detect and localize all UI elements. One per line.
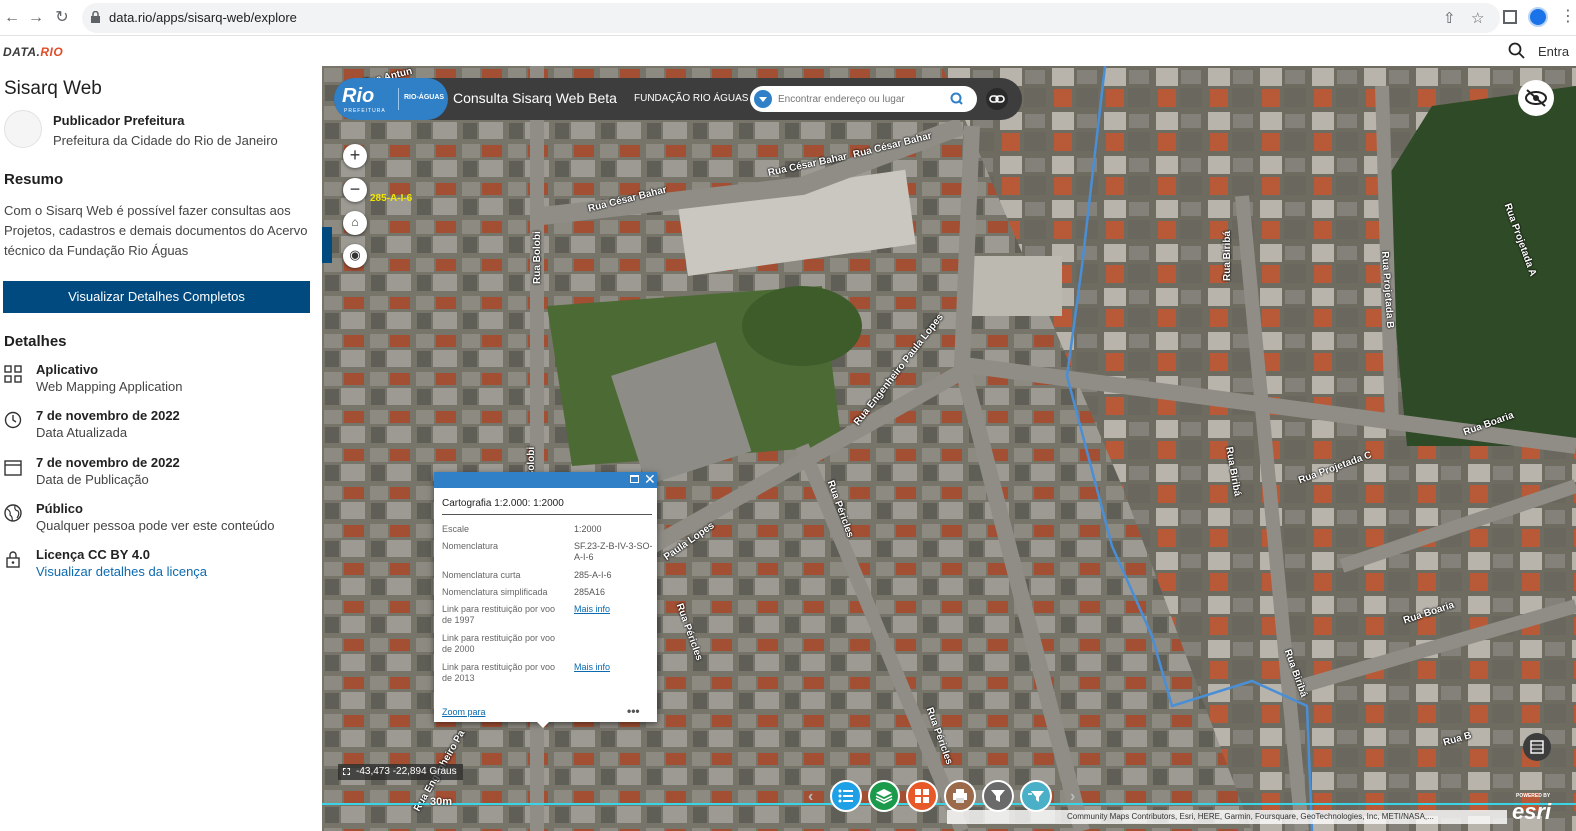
basemap-tool[interactable] [906,780,938,812]
filter-icon [1028,791,1044,802]
table-icon [1530,740,1544,754]
forward-icon[interactable]: → [26,8,46,28]
prev-arrow-icon[interactable]: ‹ [808,788,813,806]
detail-app-type: Aplicativo Web Mapping Application [0,362,320,402]
publisher-org: Prefeitura da Cidade do Rio de Janeiro [53,133,278,148]
more-info-link[interactable]: Mais info [574,604,654,615]
summary-heading: Resumo [4,171,64,188]
address-bar[interactable]: data.rio/apps/sisarq-web/explore ⇧ ☆ [82,3,1500,33]
grid-icon [915,789,929,803]
esri-logo[interactable]: esri [1512,799,1551,825]
close-icon[interactable]: ✕ [644,471,656,488]
item-details-panel: Sisarq Web Publicador Prefeitura Prefeit… [0,66,322,831]
next-arrow-icon[interactable]: › [1070,788,1075,806]
publisher-name[interactable]: Publicador Prefeitura [53,113,184,128]
panel-edge-accent [322,227,332,263]
reload-icon[interactable]: ↻ [52,8,72,28]
detail-title: Aplicativo [36,362,99,377]
layers-icon [875,789,893,804]
print-icon [953,789,967,803]
data-rio-logo[interactable]: DATA.RIO [3,45,63,59]
profile-avatar[interactable] [1528,7,1548,27]
map-view[interactable]: Rua César Bahar Rua César Bahar Rua Césa… [322,66,1576,831]
detail-sub: Qualquer pessoa pode ver este conteúdo [36,518,275,533]
address-search [750,86,977,112]
popup-title: Cartografia 1:2.000: 1:2000 [442,498,564,509]
street-label: Rua Bolobi [532,231,543,284]
detail-sub: Data de Publicação [36,472,149,487]
globe-icon [4,504,22,522]
search-icon[interactable] [944,89,970,109]
locate-button[interactable]: ◉ [343,244,367,268]
zoom-out-button[interactable]: − [343,178,367,202]
site-header: DATA.RIO Entra [0,36,1576,66]
home-button[interactable]: ⌂ [343,211,367,235]
legend-list-tool[interactable] [830,780,862,812]
popup-header: ✕ [434,471,657,488]
star-icon[interactable]: ☆ [1471,9,1484,27]
share-link-icon[interactable] [986,88,1008,110]
publisher-avatar [4,110,42,148]
map-subtitle: FUNDAÇÃO RIO ÁGUAS [634,93,749,104]
detail-sub: Data Atualizada [36,425,128,440]
detail-title: 7 de novembro de 2022 [36,455,180,470]
login-link[interactable]: Entra [1538,44,1569,59]
maximize-icon[interactable] [630,475,639,483]
detail-title: Licença CC BY 4.0 [36,547,150,562]
history-icon [4,411,22,429]
license-link[interactable]: Visualizar detalhes da licença [36,564,207,579]
details-heading: Detalhes [4,333,67,350]
search-icon[interactable] [1508,42,1526,60]
filter-tool[interactable] [982,780,1014,812]
menu-icon[interactable]: ⋮ [1560,6,1576,26]
detail-updated: 7 de novembro de 2022 Data Atualizada [0,408,320,448]
detail-published: 7 de novembro de 2022 Data de Publicação [0,455,320,495]
page-title: Sisarq Web [4,78,102,99]
detail-license: Licença CC BY 4.0 Visualizar detalhes da… [0,547,320,587]
coordinates-readout[interactable]: -43,473 -22,894 Graus [338,764,463,780]
summary-text: Com o Sisarq Web é possível fazer consul… [4,203,308,258]
back-icon[interactable]: ← [2,8,22,28]
layers-tool[interactable] [868,780,900,812]
browser-toolbar: ← → ↻ data.rio/apps/sisarq-web/explore ⇧… [0,0,1576,36]
filter-icon [991,790,1005,802]
lock-icon [91,11,100,23]
grid-sheet-label: 285-A-I-6 [370,193,413,204]
detail-title: 7 de novembro de 2022 [36,408,180,423]
detail-sub: Web Mapping Application [36,379,183,394]
list-icon [838,789,853,803]
hide-eye-icon[interactable] [1518,80,1554,116]
more-actions-icon[interactable]: ••• [627,704,640,718]
map-title: Consulta Sisarq Web Beta [453,90,617,106]
view-full-details-button[interactable]: Visualizar Detalhes Completos [3,281,310,313]
side-panel-icon[interactable] [1503,10,1517,24]
legend-button[interactable] [1523,733,1551,761]
map-header-bar: Rio PREFEITURA RIO-ÁGUAS Consulta Sisarq… [334,78,1022,120]
share-icon[interactable]: ⇧ [1443,9,1456,27]
calendar-icon [4,460,22,476]
scale-label: 30m [430,796,453,808]
street-label: Rua Biribá [1222,230,1233,281]
print-tool[interactable] [944,780,976,812]
address-search-input[interactable] [778,89,938,109]
zoom-to-link[interactable]: Zoom para [442,707,486,717]
grid-icon [4,365,22,383]
lock-icon [6,551,20,568]
crosshair-icon [343,768,350,775]
search-source-dropdown[interactable] [754,90,772,108]
detail-title: Público [36,501,83,516]
rio-prefeitura-logo: Rio PREFEITURA RIO-ÁGUAS [334,78,448,120]
feature-popup: ✕ Cartografia 1:2.000: 1:2000 Escale 1:2… [434,471,657,728]
group-filter-tool[interactable] [1020,780,1052,812]
more-info-link[interactable]: Mais info [574,662,654,673]
url-text: data.rio/apps/sisarq-web/explore [109,10,297,25]
detail-access: Público Qualquer pessoa pode ver este co… [0,501,320,541]
zoom-in-button[interactable]: + [343,144,367,168]
map-attribution: Community Maps Contributors, Esri, HERE,… [947,810,1507,824]
